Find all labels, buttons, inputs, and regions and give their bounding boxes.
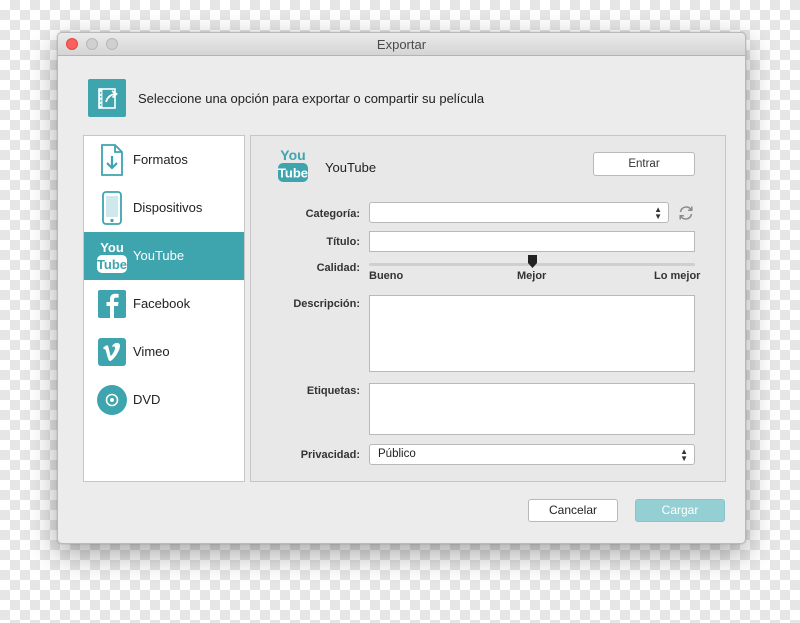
youtube-settings-panel: You Tube YouTube Entrar Categoría: ▲ ▼ Tí… (250, 135, 726, 482)
sidebar-item-vimeo[interactable]: Vimeo (84, 328, 244, 376)
export-options-sidebar: Formatos Dispositivos You Tube YouTube F… (83, 135, 245, 482)
sidebar-item-youtube[interactable]: You Tube YouTube (84, 232, 244, 280)
privacy-value: Público (378, 448, 416, 460)
category-select[interactable]: ▲ ▼ (369, 202, 669, 223)
phone-icon (96, 191, 128, 225)
logo-text-bottom: Tube (278, 166, 308, 181)
svg-text:You: You (100, 240, 124, 255)
quality-option-low: Bueno (369, 270, 404, 282)
sidebar-item-facebook[interactable]: Facebook (84, 280, 244, 328)
quality-slider-thumb[interactable] (527, 255, 537, 268)
cancel-button[interactable]: Cancelar (528, 499, 618, 522)
description-textarea[interactable] (369, 295, 695, 372)
sidebar-item-dispositivos[interactable]: Dispositivos (84, 184, 244, 232)
header-instruction: Seleccione una opción para exportar o co… (138, 91, 485, 106)
facebook-icon (96, 287, 128, 321)
title-label: Título: (326, 236, 360, 248)
sidebar-item-label: Formatos (133, 152, 188, 167)
service-name: YouTube (325, 160, 377, 175)
logo-text-top: You (280, 147, 305, 163)
vimeo-icon (96, 335, 128, 369)
sidebar-item-label: DVD (133, 392, 161, 407)
svg-text:Tube: Tube (97, 257, 127, 272)
title-bar: Exportar (58, 33, 745, 56)
youtube-icon: You Tube (96, 239, 128, 273)
sidebar-item-dvd[interactable]: DVD (84, 376, 244, 424)
privacy-select[interactable]: Público ▲ ▼ (369, 444, 695, 465)
disc-icon (96, 383, 128, 417)
sidebar-item-label: Facebook (133, 296, 191, 311)
sidebar-item-label: YouTube (133, 248, 185, 263)
up-down-arrows-icon: ▲ ▼ (654, 205, 662, 221)
quality-option-mid: Mejor (517, 270, 547, 282)
tags-textarea[interactable] (369, 383, 695, 435)
login-button[interactable]: Entrar (593, 152, 695, 176)
tags-label: Etiquetas: (306, 385, 360, 397)
refresh-icon[interactable] (677, 204, 695, 222)
up-down-arrows-icon: ▲ ▼ (680, 447, 688, 463)
file-download-icon (96, 143, 128, 177)
quality-option-high: Lo mejor (654, 270, 701, 282)
quality-label: Calidad: (316, 262, 360, 274)
privacy-label: Privacidad: (300, 449, 360, 461)
film-export-icon (88, 79, 126, 117)
description-label: Descripción: (293, 298, 360, 310)
export-dialog: Exportar Seleccione una opción para expo… (57, 32, 746, 544)
window-title: Exportar (376, 37, 427, 52)
category-label: Categoría: (305, 208, 360, 220)
title-input[interactable] (369, 231, 695, 252)
sidebar-item-label: Vimeo (133, 344, 170, 359)
youtube-logo-icon: You Tube (277, 146, 309, 184)
sidebar-item-label: Dispositivos (133, 200, 203, 215)
upload-button[interactable]: Cargar (635, 499, 725, 522)
sidebar-item-formatos[interactable]: Formatos (84, 136, 244, 184)
